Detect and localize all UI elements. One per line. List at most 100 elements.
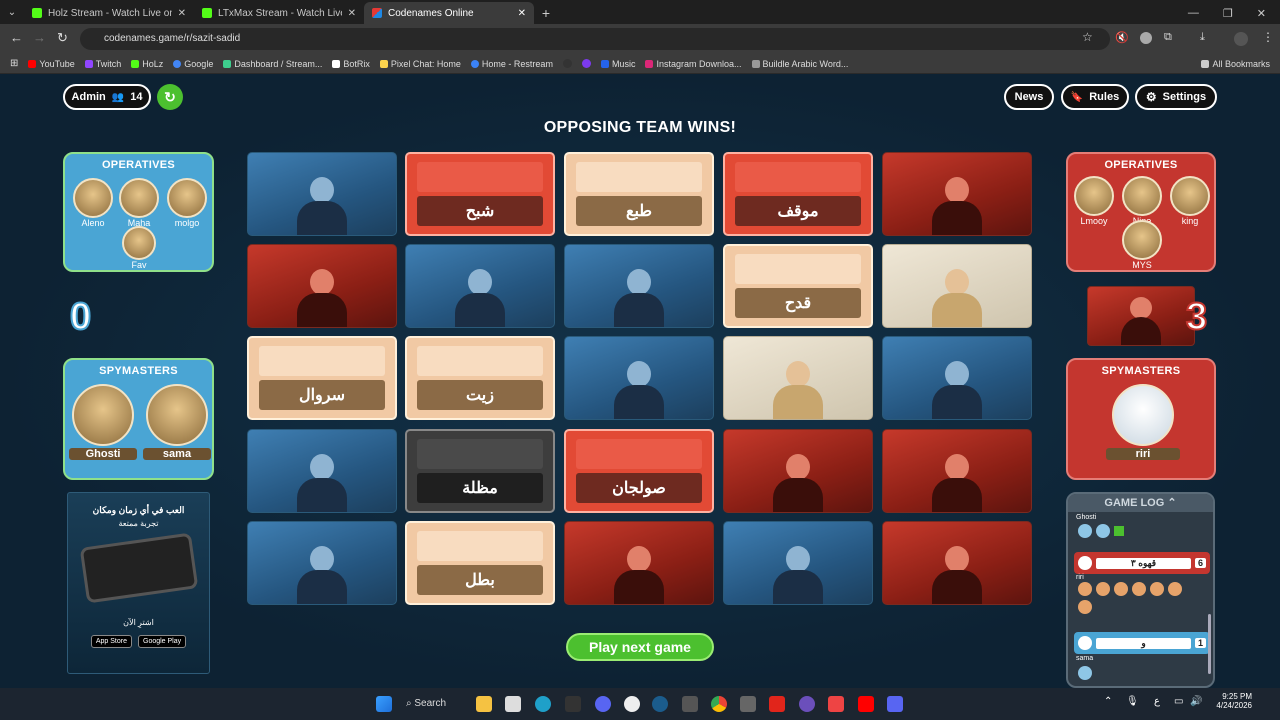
app-icon[interactable] [682,696,698,712]
app-icon[interactable] [828,696,844,712]
agent-card-blue[interactable] [564,336,714,420]
word-card-neutral[interactable]: قدح [723,244,873,328]
browser-tab-2[interactable]: LTxMax Stream - Watch Live on ✕ [194,2,364,24]
bookmark-star-icon[interactable]: ☆ [1082,30,1093,44]
agent-card-red[interactable] [564,521,714,605]
store-icon[interactable] [505,696,521,712]
puzzle-icon[interactable]: ⧉ [1164,31,1172,44]
menu-icon[interactable]: ⋮ [1262,30,1274,44]
back-icon[interactable]: ← [10,30,23,45]
language-indicator[interactable]: ع [1154,696,1160,707]
word-card-neutral[interactable]: طبع [564,152,714,236]
rules-button[interactable]: 🔖 Rules [1061,84,1129,110]
close-icon[interactable]: ✕ [348,8,356,19]
clock[interactable]: 9:25 PM 4/24/2026 [1210,692,1252,710]
discord-icon[interactable] [595,696,611,712]
admin-button[interactable]: Admin 👥 14 [63,84,151,110]
obs-icon[interactable] [624,696,640,712]
agent-card-red[interactable] [882,521,1032,605]
agent-card-red[interactable] [723,429,873,513]
bookmark-dashboard[interactable]: Dashboard / Stream... [223,59,322,69]
extension-icon[interactable] [1140,32,1152,44]
bookmark-icon-1[interactable] [562,59,572,68]
app-promo-ad[interactable]: العب في أي زمان ومكان تجربة ممتعة اشترِ … [67,492,210,674]
player-avatar[interactable]: Nine [1120,176,1164,226]
close-window-icon[interactable]: ✕ [1257,7,1266,20]
bookmark-buildle[interactable]: Buildle Arabic Word... [751,59,848,69]
new-tab-button[interactable]: + [534,2,558,24]
bookmark-youtube[interactable]: YouTube [28,59,75,69]
player-avatar[interactable]: MYS [1120,220,1164,270]
word-card-red[interactable]: صولجان [564,429,714,513]
tab-list-button[interactable]: ⌄ [0,2,24,24]
browser-tab-1[interactable]: Holz Stream - Watch Live on Ki ✕ [24,2,194,24]
bookmark-holz[interactable]: HoLz [131,59,163,69]
restore-icon[interactable]: ❐ [1223,7,1233,20]
agent-card-blue[interactable] [247,152,397,236]
minimize-icon[interactable]: — [1188,7,1199,19]
close-icon[interactable]: ✕ [518,8,526,19]
news-button[interactable]: News [1004,84,1054,110]
file-explorer-icon[interactable] [476,696,492,712]
player-avatar[interactable]: molgo [165,178,209,228]
reload-icon[interactable]: ↻ [57,30,68,46]
player-avatar[interactable]: Maha [117,178,161,228]
spymaster-avatar[interactable]: Ghosti [69,384,137,460]
app-icon[interactable] [887,696,903,712]
player-avatar[interactable]: king [1168,176,1212,226]
bookmark-twitch[interactable]: Twitch [84,59,121,69]
agent-card-blue[interactable] [882,336,1032,420]
player-avatar[interactable]: Fav [117,226,161,270]
volume-icon[interactable]: 🔊 [1190,696,1202,707]
steam-icon[interactable] [652,696,668,712]
mute-icon[interactable]: 🔇 [1115,31,1129,44]
app-icon[interactable] [799,696,815,712]
bookmark-pixel-chat[interactable]: Pixel Chat: Home [379,59,461,69]
restart-button[interactable]: ↻ [157,84,183,110]
bookmark-restream[interactable]: Home - Restream [470,59,553,69]
agent-card-blue[interactable] [405,244,555,328]
youtube-icon[interactable] [858,696,874,712]
player-avatar[interactable]: Lmooy [1072,176,1116,226]
bookmark-icon-2[interactable] [581,59,591,68]
taskbar-search[interactable]: ⌕ Search [406,695,462,713]
player-avatar[interactable]: Aleno [71,178,115,228]
agent-card-red[interactable] [882,152,1032,236]
download-icon[interactable]: ⤓ [1200,31,1205,44]
agent-card-red[interactable] [247,244,397,328]
profile-avatar[interactable] [1234,32,1248,46]
adobe-icon[interactable] [769,696,785,712]
agent-card-bystander[interactable] [882,244,1032,328]
word-card-black[interactable]: مظلة [405,429,555,513]
chrome-icon[interactable] [711,696,727,712]
word-card-red[interactable]: موقف [723,152,873,236]
all-bookmarks[interactable]: All Bookmarks [1201,59,1280,69]
log-scrollbar[interactable] [1208,614,1211,674]
spymaster-avatar[interactable]: sama [143,384,211,460]
google-play-button[interactable]: Google Play [138,635,187,648]
agent-card-red[interactable] [882,429,1032,513]
settings-button[interactable]: ⚙ Settings [1135,84,1217,110]
url-field[interactable]: codenames.game/r/sazit-sadid [80,28,1110,50]
app-store-button[interactable]: App Store [90,635,132,648]
agent-card-blue[interactable] [564,244,714,328]
word-card-red[interactable]: شبح [405,152,555,236]
windows-start-icon[interactable] [376,696,392,712]
microphone-icon[interactable]: 🎙 [1126,696,1139,707]
game-log-title[interactable]: GAME LOG ⌃ [1068,494,1213,512]
tray-chevron-icon[interactable]: ⌃ [1104,696,1112,707]
bookmark-google[interactable]: Google [173,59,213,69]
word-card-neutral[interactable]: بطل [405,521,555,605]
bookmark-botrix[interactable]: BotRix [332,59,370,69]
network-icon[interactable]: ▭ [1174,696,1183,707]
forward-icon[interactable]: → [33,30,46,45]
browser-tab-3[interactable]: Codenames Online ✕ [364,2,534,24]
agent-card-blue[interactable] [247,429,397,513]
apps-icon[interactable]: ⊞ [10,58,18,69]
word-card-neutral[interactable]: زيت [405,336,555,420]
epic-games-icon[interactable] [565,696,581,712]
app-icon[interactable] [740,696,756,712]
agent-card-blue[interactable] [723,521,873,605]
spymaster-avatar[interactable]: riri [1106,384,1180,460]
edge-icon[interactable] [535,696,551,712]
